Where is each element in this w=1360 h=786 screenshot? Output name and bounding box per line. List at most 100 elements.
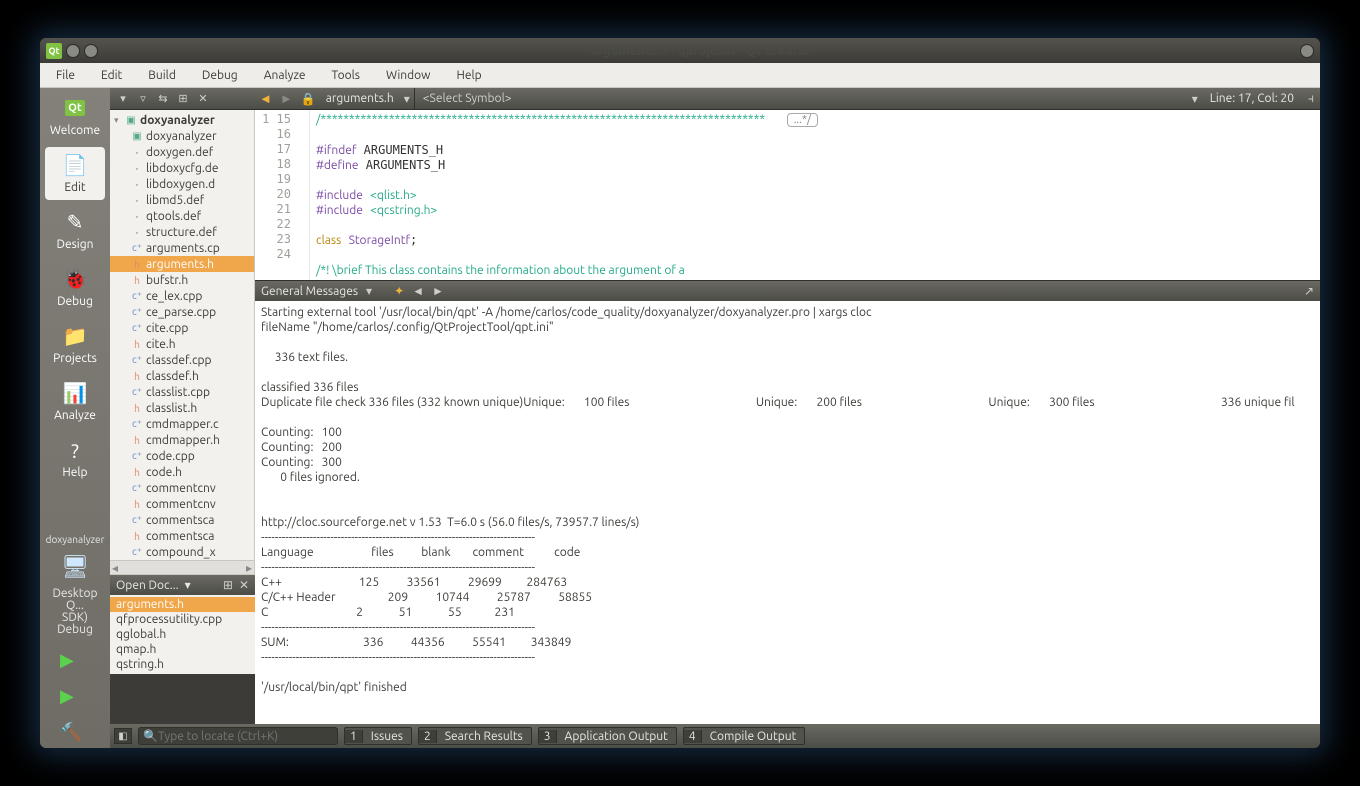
messages-clear-icon[interactable]: ✦ (394, 284, 404, 298)
tree-item[interactable]: c⁺cite.cpp (110, 320, 254, 336)
messages-output[interactable]: Starting external tool '/usr/local/bin/q… (255, 301, 1320, 724)
tree-item[interactable]: hcommentsca (110, 528, 254, 544)
file-icon: h (130, 339, 144, 350)
tree-item[interactable]: c⁺classlist.cpp (110, 384, 254, 400)
tree-item[interactable]: ·doxygen.def (110, 144, 254, 160)
nav-back-button[interactable]: ◄ (255, 91, 276, 106)
design-icon: ✎ (61, 208, 89, 236)
tree-item[interactable]: hcode.h (110, 464, 254, 480)
help-icon: ? (61, 436, 89, 464)
tree-item[interactable]: ·libmd5.def (110, 192, 254, 208)
mode-help[interactable]: ?Help (45, 432, 105, 485)
file-icon: · (130, 179, 144, 190)
tree-item[interactable]: c⁺arguments.cp (110, 240, 254, 256)
messages-next-icon[interactable]: ► (432, 284, 444, 298)
open-doc-item[interactable]: qfprocessutility.cpp (110, 612, 255, 627)
tree-expand-icon[interactable]: ▾ (116, 92, 130, 106)
output-tab-compile-output[interactable]: 4Compile Output (683, 727, 805, 745)
tree-item[interactable]: c⁺ce_parse.cpp (110, 304, 254, 320)
output-tab-search-results[interactable]: 2Search Results (418, 727, 532, 745)
tree-item[interactable]: ·libdoxycfg.de (110, 160, 254, 176)
tree-root[interactable]: ▾▣doxyanalyzer (110, 112, 254, 128)
tree-item[interactable]: hclasslist.h (110, 400, 254, 416)
menu-debug[interactable]: Debug (190, 66, 250, 85)
sync-icon[interactable]: ⇆ (156, 92, 170, 106)
build-button[interactable]: 🔨 (60, 722, 90, 742)
file-icon: c⁺ (130, 546, 144, 558)
sidebar-toggle-button[interactable]: ◧ (114, 728, 132, 744)
status-bar: ◧ 🔍 1Issues 2Search Results 3Application O… (110, 724, 1320, 748)
menu-file[interactable]: File (44, 66, 87, 85)
symbol-dropdown[interactable]: <Select Symbol> (414, 88, 520, 109)
tree-item[interactable]: ▣doxyanalyzer (110, 128, 254, 144)
window-close-icon[interactable] (66, 44, 80, 58)
filter-icon[interactable]: ▿ (136, 92, 150, 106)
tree-item[interactable]: ·qtools.def (110, 208, 254, 224)
tree-item[interactable]: hcmdmapper.h (110, 432, 254, 448)
tree-item[interactable]: hbufstr.h (110, 272, 254, 288)
open-doc-item[interactable]: qglobal.h (110, 627, 255, 642)
run-button[interactable]: ▶ (60, 650, 90, 670)
editor-split-icon[interactable]: ⫞ (1302, 92, 1320, 106)
mode-welcome[interactable]: QtWelcome (45, 90, 105, 143)
file-icon: h (130, 499, 144, 510)
tree-scrollbar[interactable]: ◂▸ (110, 560, 254, 574)
target-kit[interactable]: Desktop Q...SDK) Debug (43, 584, 107, 640)
open-doc-item[interactable]: qstring.h (110, 657, 255, 672)
messages-title[interactable]: General Messages (261, 285, 358, 298)
tree-item[interactable]: c⁺commentsca (110, 512, 254, 528)
tree-item[interactable]: c⁺code.cpp (110, 448, 254, 464)
close-pane-icon[interactable]: ✕ (196, 92, 210, 106)
output-tab-issues[interactable]: 1Issues (344, 727, 412, 745)
open-docs-close-icon[interactable]: ✕ (239, 578, 249, 592)
mode-design[interactable]: ✎Design (45, 204, 105, 257)
mode-debug[interactable]: 🐞Debug (45, 261, 105, 314)
tree-item[interactable]: c⁺commentcnv (110, 480, 254, 496)
open-docs-split-icon[interactable]: ⊞ (223, 578, 233, 592)
menu-tools[interactable]: Tools (320, 66, 373, 85)
tree-item[interactable]: c⁺ce_lex.cpp (110, 288, 254, 304)
tree-item[interactable]: c⁺cmdmapper.c (110, 416, 254, 432)
file-icon: c⁺ (130, 306, 144, 318)
output-tab-application-output[interactable]: 3Application Output (538, 727, 677, 745)
split-add-icon[interactable]: ⊞ (176, 92, 190, 106)
menu-analyze[interactable]: Analyze (252, 66, 318, 85)
tree-item[interactable]: harguments.h (110, 256, 254, 272)
tree-item[interactable]: c⁺classdef.cpp (110, 352, 254, 368)
tree-item[interactable]: c⁺compound_x (110, 544, 254, 560)
mode-projects[interactable]: 📁Projects (45, 318, 105, 371)
messages-prev-icon[interactable]: ◄ (412, 284, 424, 298)
open-doc-item[interactable]: arguments.h (110, 597, 255, 612)
menu-edit[interactable]: Edit (89, 66, 134, 85)
file-icon: c⁺ (130, 386, 144, 398)
window-min-icon[interactable] (84, 44, 98, 58)
tree-item[interactable]: hcite.h (110, 336, 254, 352)
window-max-icon[interactable] (1300, 44, 1314, 58)
menu-build[interactable]: Build (136, 66, 188, 85)
editor-content[interactable]: /***************************************… (310, 110, 1320, 280)
lock-icon[interactable]: 🔒 (297, 92, 320, 106)
file-dropdown-icon[interactable]: ▾ (400, 92, 414, 106)
tree-item[interactable]: ·libdoxygen.d (110, 176, 254, 192)
debug-run-button[interactable]: ▶ (60, 686, 90, 706)
tree-item[interactable]: hclassdef.h (110, 368, 254, 384)
messages-dd-icon[interactable]: ▾ (366, 284, 372, 298)
menu-help[interactable]: Help (444, 66, 493, 85)
nav-forward-button[interactable]: ► (276, 91, 297, 106)
locator[interactable]: 🔍 (138, 727, 338, 745)
symbol-dd-icon[interactable]: ▾ (1188, 92, 1202, 106)
open-file-dropdown[interactable]: arguments.h (320, 92, 400, 105)
mode-analyze[interactable]: 📊Analyze (45, 375, 105, 428)
open-docs-title[interactable]: Open Doc... (116, 579, 179, 592)
code-editor[interactable]: 1 15 16 17 18 19 20 21 22 23 24 /*******… (255, 110, 1320, 280)
target-project[interactable]: doxyanalyzer (43, 530, 107, 550)
tree-item[interactable]: ·structure.def (110, 224, 254, 240)
messages-max-icon[interactable]: ↗ (1304, 284, 1314, 298)
tree-item[interactable]: hcommentcnv (110, 496, 254, 512)
menu-window[interactable]: Window (374, 66, 442, 85)
file-icon: c⁺ (130, 418, 144, 430)
locator-input[interactable] (158, 730, 333, 743)
mode-edit[interactable]: 📄Edit (45, 147, 105, 200)
target-monitor-icon[interactable]: 🖥 (61, 554, 89, 580)
open-doc-item[interactable]: qmap.h (110, 642, 255, 657)
